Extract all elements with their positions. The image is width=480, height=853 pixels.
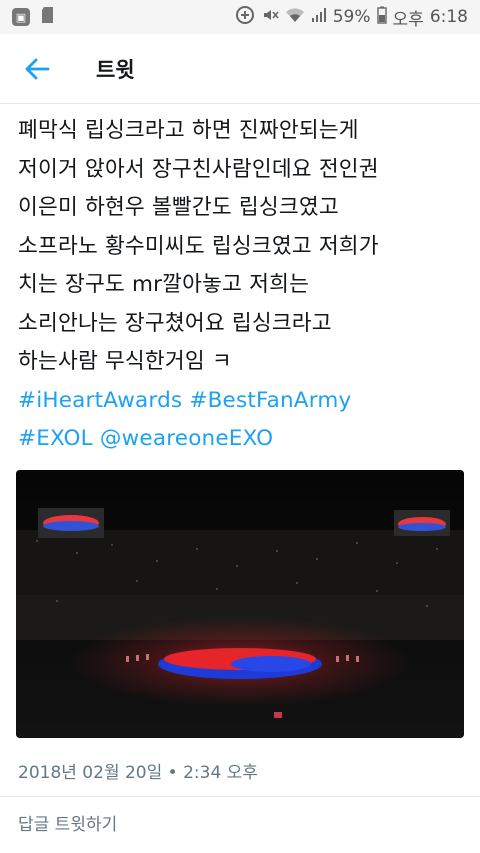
divider bbox=[0, 796, 480, 797]
wifi-icon bbox=[285, 7, 305, 28]
hashtag-line: #iHeartAwards #BestFanArmy bbox=[18, 382, 468, 421]
page-title: 트윗 bbox=[96, 57, 135, 82]
reply-input[interactable]: 답글 트윗하기 bbox=[18, 810, 117, 835]
top-app-bar: 트윗 bbox=[0, 34, 480, 104]
tweet-body: 폐막식 립싱크라고 하면 진짜안되는게 저이거 앉아서 장구친사람인데요 전인권… bbox=[18, 112, 468, 459]
clock-ampm: 오후 bbox=[392, 9, 424, 30]
hashtag-exol-link[interactable]: #EXOL bbox=[18, 426, 93, 451]
mention-weareoneexo-link[interactable]: @weareoneEXO bbox=[100, 426, 273, 451]
stadium-photo bbox=[16, 470, 464, 738]
status-bar: ▣ 59% 오후 6:18 bbox=[0, 0, 480, 34]
tweet-line: 폐막식 립싱크라고 하면 진짜안되는게 bbox=[18, 118, 359, 143]
battery-icon bbox=[376, 6, 387, 29]
clock-time: 6:18 bbox=[429, 7, 468, 27]
tweet-line: 치는 장구도 mr깔아놓고 저희는 bbox=[18, 272, 310, 297]
tweet-line: 소프라노 황수미씨도 립싱크였고 저희가 bbox=[18, 233, 379, 259]
mute-icon bbox=[261, 6, 279, 29]
back-button[interactable] bbox=[16, 48, 58, 90]
tweet-photo[interactable] bbox=[16, 470, 464, 738]
app-icon: ▣ bbox=[12, 8, 30, 26]
tweet-line: 이은미 하현우 볼빨간도 립싱크였고 bbox=[18, 195, 339, 220]
hashtag-line: #EXOL @weareoneEXO bbox=[18, 420, 468, 459]
arrow-left-icon bbox=[25, 58, 50, 79]
data-saver-icon bbox=[235, 5, 255, 30]
tweet-line: 저이거 앉아서 장구친사람인데요 전인권 bbox=[18, 156, 379, 182]
tweet-line: 소리안나는 장구쳤어요 립싱크라고 bbox=[18, 310, 332, 336]
signal-icon bbox=[311, 7, 327, 28]
hashtag-iheartawards-link[interactable]: #iHeartAwards bbox=[18, 388, 182, 413]
tweet-timestamp: 2018년 02월 20일 • 2:34 오후 bbox=[18, 763, 258, 783]
battery-percent: 59% bbox=[332, 7, 371, 27]
tweet-line: 하는사람 무식한거임 ㅋ bbox=[18, 349, 232, 374]
sd-card-icon bbox=[40, 6, 56, 29]
hashtag-bestfanarmy-link[interactable]: #BestFanArmy bbox=[189, 388, 351, 413]
